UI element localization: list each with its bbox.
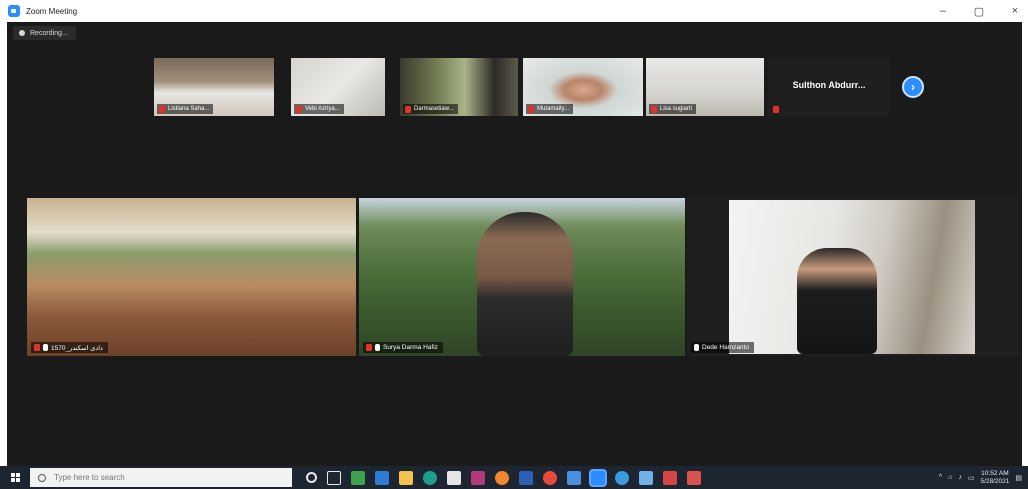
windows-logo-icon	[10, 473, 20, 482]
maximize-icon[interactable]: ▢	[972, 5, 986, 18]
chevron-up-icon[interactable]: ^	[939, 474, 942, 481]
recording-indicator[interactable]: Recording...	[13, 26, 76, 40]
participant-thumbnail[interactable]: Lisa sugiarti	[646, 58, 764, 116]
notifications-icon[interactable]: ▤	[1015, 474, 1022, 482]
video-feed	[27, 198, 356, 356]
minimize-icon[interactable]: –	[936, 5, 950, 17]
mic-muted-icon	[34, 344, 40, 351]
mic-muted-icon	[366, 344, 372, 351]
store-icon[interactable]	[447, 470, 461, 485]
photos-icon[interactable]	[375, 470, 389, 485]
participant-name: Mutamaity...	[537, 106, 570, 112]
participant-label: Surya Darma Hafiz	[363, 342, 443, 353]
taskbar-search[interactable]	[30, 468, 292, 487]
file-explorer-icon[interactable]	[399, 470, 413, 485]
mic-icon	[694, 344, 699, 351]
participant-label: Lisa sugiarti	[649, 104, 697, 114]
taskbar: ^ ⌂ ♪ ▭ 10:52 AM 5/28/2021 ▤	[0, 466, 1028, 489]
volume-icon[interactable]: ♪	[958, 474, 962, 481]
zoom-app-icon	[8, 5, 20, 17]
participant-name: Dede Hamzanto	[702, 344, 749, 351]
mic-muted-icon	[296, 105, 302, 113]
mic-muted-icon	[651, 105, 657, 113]
participant-label: 1570_دادی اسکندر	[31, 342, 108, 353]
app-icon[interactable]	[567, 470, 581, 485]
pinned-apps	[306, 468, 701, 487]
media-app-icon[interactable]	[471, 470, 485, 485]
participant-name: Darmasetiaw...	[414, 106, 454, 112]
firefox-icon[interactable]	[495, 470, 509, 485]
window-controls: – ▢ ×	[936, 0, 1022, 22]
battery-icon[interactable]: ▭	[968, 474, 975, 482]
start-button[interactable]	[0, 466, 30, 489]
title-bar: Zoom Meeting – ▢ ×	[0, 0, 1028, 22]
participant-label: Mutamaity...	[526, 104, 574, 114]
window-title: Zoom Meeting	[26, 6, 78, 16]
network-icon[interactable]: ⌂	[948, 474, 952, 481]
search-icon	[38, 473, 46, 482]
participant-label	[771, 104, 783, 114]
chrome-icon[interactable]	[543, 470, 557, 485]
chevron-right-icon: ›	[911, 80, 915, 94]
settings-app-icon[interactable]	[639, 470, 653, 485]
participant-name: Listiana Saha...	[168, 106, 210, 112]
active-speaker-tile[interactable]: Dede Hamzanto	[687, 198, 1019, 356]
excel-icon[interactable]	[351, 470, 365, 485]
participant-thumbnail[interactable]: Darmasetiaw...	[400, 58, 518, 116]
meeting-area: Recording... Listiana Saha... Vebi Azriy…	[7, 22, 1022, 466]
speaker-figure	[797, 248, 877, 354]
next-page-button[interactable]: ›	[902, 76, 924, 98]
participant-video-tile[interactable]: 1570_دادی اسکندر	[27, 198, 356, 356]
zoom-window: Zoom Meeting – ▢ × Recording... Listiana…	[0, 0, 1028, 489]
mic-icon	[375, 344, 380, 351]
participant-label: Listiana Saha...	[157, 104, 214, 114]
edge-icon[interactable]	[423, 470, 437, 485]
participant-name: Vebi Azriya...	[305, 106, 340, 112]
mic-icon	[43, 344, 48, 351]
task-view-icon[interactable]	[327, 470, 341, 485]
participant-name: Lisa sugiarti	[660, 106, 693, 112]
mic-muted-icon	[159, 105, 165, 113]
participant-thumbnail[interactable]: Listiana Saha...	[154, 58, 274, 116]
search-input[interactable]	[54, 473, 274, 482]
participant-thumbnail[interactable]: Mutamaity...	[523, 58, 643, 116]
participant-label: Darmasetiaw...	[403, 104, 458, 114]
recording-label: Recording...	[30, 29, 68, 37]
participant-label: Dede Hamzanto	[691, 342, 754, 353]
speaker-figure	[477, 212, 573, 356]
participant-name: Surya Darma Hafiz	[383, 344, 438, 351]
participant-thumbnail-video-off[interactable]: Sulthon Abdurr...	[768, 58, 890, 116]
mic-muted-icon	[773, 105, 779, 113]
mic-muted-icon	[405, 105, 411, 113]
mic-muted-icon	[528, 105, 534, 113]
clock-time: 10:52 AM	[981, 469, 1009, 477]
pdf-app-icon[interactable]	[663, 470, 677, 485]
participant-thumbnail[interactable]: Vebi Azriya...	[291, 58, 385, 116]
powerpoint-icon[interactable]	[687, 470, 701, 485]
cortana-icon[interactable]	[306, 472, 317, 483]
participant-label: Vebi Azriya...	[294, 104, 344, 114]
browser-icon[interactable]	[615, 470, 629, 485]
system-tray: ^ ⌂ ♪ ▭ 10:52 AM 5/28/2021 ▤	[939, 466, 1022, 489]
clock-date: 5/28/2021	[980, 477, 1010, 485]
record-dot-icon	[19, 30, 25, 36]
close-icon[interactable]: ×	[1008, 5, 1022, 17]
participant-display-name: Sulthon Abdurr...	[792, 80, 866, 90]
participant-video-tile[interactable]: Surya Darma Hafiz	[359, 198, 685, 356]
system-clock[interactable]: 10:52 AM 5/28/2021	[980, 470, 1009, 486]
word-icon[interactable]	[519, 470, 533, 485]
participant-name: 1570_دادی اسکندر	[51, 344, 103, 352]
zoom-taskbar-icon[interactable]	[589, 468, 607, 487]
